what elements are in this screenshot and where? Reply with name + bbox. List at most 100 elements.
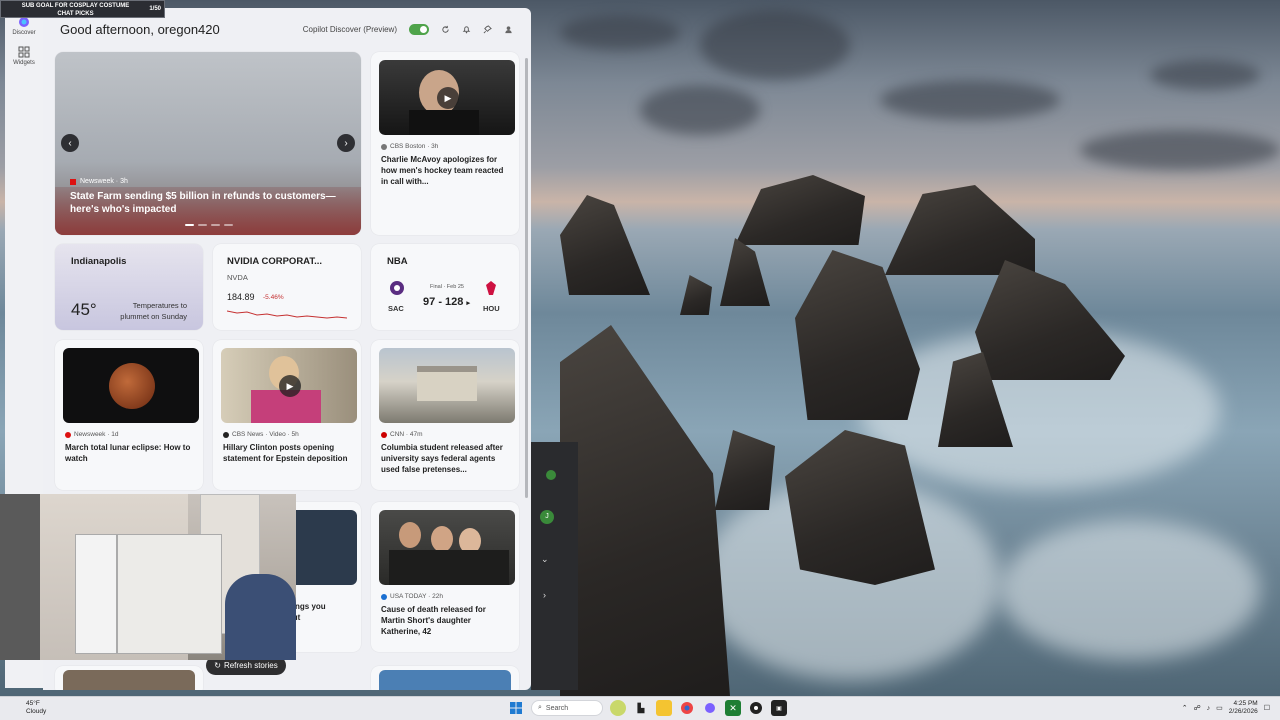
news-thumbnail (63, 348, 199, 423)
start-icon[interactable] (508, 700, 524, 716)
news-source-text: CBS Boston · 3h (390, 143, 439, 150)
obs-icon[interactable] (748, 700, 764, 716)
clock-date: 2/26/2026 (1228, 708, 1258, 715)
news-card-mcavoy[interactable]: ▶ CBS Boston · 3h Charlie McAvoy apologi… (371, 52, 519, 235)
nba-score-widget[interactable]: NBA SAC Final · Feb 25 97 - 128 ▸ HOU (371, 244, 519, 330)
system-tray: ⌃ ☍ ♪ ▭ 4:25 PM 2/26/2026 ☐ (1182, 700, 1270, 716)
taskbar-clock[interactable]: 4:25 PM 2/26/2026 (1229, 700, 1258, 716)
away-team: SAC (388, 304, 404, 313)
rail-widgets-label: Widgets (13, 60, 35, 66)
weather-city: Indianapolis (71, 256, 127, 267)
news-title: Charlie McAvoy apologizes for how men's … (381, 155, 504, 186)
copilot-icon[interactable] (702, 700, 718, 716)
news-source-text: CBS News · Video · 5h (232, 431, 299, 438)
notifications-icon[interactable]: ☐ (1264, 704, 1270, 712)
news-thumbnail (379, 510, 515, 585)
stock-widget[interactable]: NVIDIA CORPORAT... NVDA 184.89 -5.46% (213, 244, 361, 330)
search-icon: ⌕ (538, 704, 542, 711)
profile-icon[interactable] (504, 25, 513, 34)
hero-source: Newsweek · 3h (70, 178, 128, 185)
avatar: J (540, 510, 554, 524)
news-source: CBS Boston · 3h (381, 143, 509, 150)
left-shelf (0, 494, 40, 660)
news-thumbnail (379, 348, 515, 423)
news-card-bottom-3[interactable] (371, 666, 519, 690)
pin-icon[interactable] (483, 25, 492, 34)
header-toolbar: Copilot Discover (Preview) (303, 24, 513, 35)
file-explorer-icon[interactable]: ▙ (633, 700, 649, 716)
chair (225, 574, 296, 660)
rail-widgets-button[interactable]: Widgets (5, 46, 43, 66)
away-score: 97 (423, 296, 436, 308)
news-card-eclipse[interactable]: Newsweek · 1d March total lunar eclipse:… (55, 340, 203, 490)
taskbar-search[interactable]: ⌕ Search (531, 700, 603, 716)
panel-scrollbar[interactable] (525, 58, 528, 498)
taskbar-weather-desc: Cloudy (26, 708, 47, 715)
news-title: Cause of death released for Martin Short… (381, 605, 486, 636)
refresh-icon[interactable] (441, 25, 450, 34)
news-card-clinton[interactable]: ▶ CBS News · Video · 5h Hillary Clinton … (213, 340, 361, 490)
newsweek-logo-icon (65, 431, 71, 438)
copilot-discover-label: Copilot Discover (Preview) (302, 25, 397, 34)
play-icon[interactable]: ▶ (279, 375, 301, 397)
chevron-down-icon[interactable]: ⌄ (541, 554, 549, 565)
bell-icon[interactable] (462, 25, 471, 34)
taskbar-weather[interactable]: 45°F Cloudy (26, 700, 46, 716)
taskbar-search-placeholder: Search (545, 704, 569, 712)
game-status: Final · Feb 25 (430, 284, 464, 290)
hero-source-text: Newsweek · 3h (80, 178, 128, 185)
stock-change: -5.46% (263, 294, 284, 301)
avatar (546, 470, 556, 480)
battery-icon[interactable]: ▭ (1216, 704, 1223, 712)
news-title: Columbia student released after universi… (381, 443, 503, 474)
taskbar-apps: ⌕ Search ▙ ✕ ▣ (508, 700, 787, 716)
hero-news-card[interactable]: ‹ › Newsweek · 3h State Farm sending $5 … (55, 52, 361, 235)
moon-image (109, 363, 155, 409)
news-source: CBS News · Video · 5h (223, 431, 351, 438)
news-thumbnail: ▶ (221, 348, 357, 423)
news-card-martin-short[interactable]: USA TODAY · 22h Cause of death released … (371, 502, 519, 652)
person-face (431, 526, 453, 552)
news-source: Newsweek · 1d (65, 431, 193, 438)
copilot-discover-toggle[interactable] (409, 24, 429, 35)
refresh-stories-label: Refresh stories (223, 661, 278, 670)
toy-kitchen (117, 534, 222, 654)
stock-price: 184.89 (227, 292, 255, 302)
hero-carousel-dots (185, 224, 233, 226)
webcam-overlay (0, 494, 296, 660)
widgets-grid-icon (18, 46, 30, 58)
sub-goal-text: SUB GOAL FOR COSPLAY COSTUME CHAT PICKS (21, 3, 130, 17)
news-source-text: CNN · 47m (390, 431, 423, 438)
xbox-icon[interactable]: ✕ (725, 700, 741, 716)
newsweek-logo-icon (70, 178, 76, 185)
tray-overflow-icon[interactable]: ⌃ (1182, 704, 1188, 712)
news-card-columbia[interactable]: CNN · 47m Columbia student released afte… (371, 340, 519, 490)
chevron-right-icon[interactable]: › (543, 590, 546, 600)
refresh-icon: ↻ (214, 661, 221, 670)
chrome-icon[interactable] (679, 700, 695, 716)
taskbar-weather-temp: 45°F (26, 700, 40, 707)
stock-sparkline (227, 310, 347, 319)
hero-next-button[interactable]: › (337, 134, 355, 152)
play-icon[interactable]: ▶ (437, 87, 459, 109)
hero-title: State Farm sending $5 billion in refunds… (70, 191, 336, 215)
news-title: Hillary Clinton posts opening statement … (223, 443, 348, 463)
person-shirt (409, 110, 479, 135)
volume-icon[interactable]: ♪ (1207, 705, 1211, 712)
weather-widget[interactable]: Indianapolis 45° Temperatures to plummet… (55, 244, 203, 330)
widgets-taskbar-icon[interactable] (610, 700, 626, 716)
news-title: March total lunar eclipse: How to watch (65, 443, 191, 463)
usa-today-logo-icon (381, 593, 387, 600)
hero-prev-button[interactable]: ‹ (61, 134, 79, 152)
weather-desc: Temperatures to plummet on Sunday (120, 301, 187, 321)
terminal-icon[interactable]: ▣ (771, 700, 787, 716)
rail-discover-button[interactable]: Discover (5, 16, 43, 36)
folder-icon[interactable] (656, 700, 672, 716)
sub-goal-count: 1/50 (149, 6, 161, 12)
hou-logo-icon (486, 281, 496, 295)
network-icon[interactable]: ☍ (1194, 704, 1201, 712)
cnn-logo-icon (381, 431, 387, 438)
windows-taskbar: 45°F Cloudy ⌕ Search ▙ ✕ ▣ ⌃ ☍ ♪ ▭ 4:25 … (0, 696, 1280, 720)
news-card-bottom-1[interactable] (55, 666, 203, 690)
news-source: CNN · 47m (381, 431, 509, 438)
